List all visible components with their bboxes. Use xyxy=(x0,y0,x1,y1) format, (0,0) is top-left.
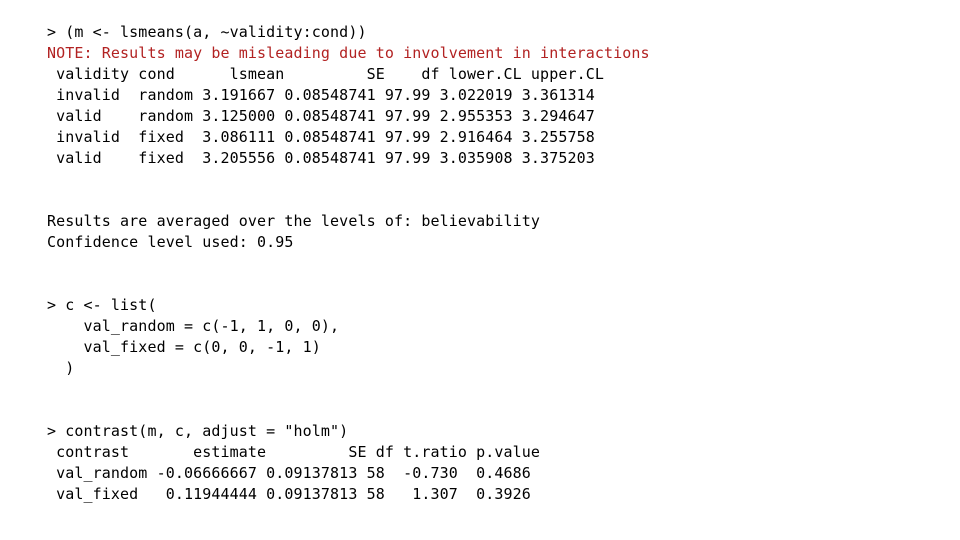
table-row: invalid random 3.191667 0.08548741 97.99… xyxy=(47,86,595,104)
lsmeans-command-line: > (m <- lsmeans(a, ~validity:cond)) xyxy=(47,23,367,41)
list-val-fixed-line: val_fixed = c(0, 0, -1, 1) xyxy=(47,338,321,356)
lsmeans-footer-confidence: Confidence level used: 0.95 xyxy=(47,233,294,251)
contrast-command-line: > contrast(m, c, adjust = "holm") xyxy=(47,422,349,440)
list-val-random-line: val_random = c(-1, 1, 0, 0), xyxy=(47,317,340,335)
contrast-table-header: contrast estimate SE df t.ratio p.value xyxy=(47,443,541,461)
list-command-line: > c <- list( xyxy=(47,296,157,314)
list-close-paren-line: ) xyxy=(47,359,75,377)
lsmeans-footer-averaged: Results are averaged over the levels of:… xyxy=(47,212,541,230)
table-row: valid fixed 3.205556 0.08548741 97.99 3.… xyxy=(47,149,595,167)
table-row: invalid fixed 3.086111 0.08548741 97.99 … xyxy=(47,128,595,146)
r-console-output[interactable]: > (m <- lsmeans(a, ~validity:cond)) NOTE… xyxy=(0,0,960,540)
table-row: val_random -0.06666667 0.09137813 58 -0.… xyxy=(47,464,531,482)
table-row: val_fixed 0.11944444 0.09137813 58 1.307… xyxy=(47,485,531,503)
table-row: valid random 3.125000 0.08548741 97.99 2… xyxy=(47,107,595,125)
note-warning-line: NOTE: Results may be misleading due to i… xyxy=(47,44,650,62)
lsmeans-table-header: validity cond lsmean SE df lower.CL uppe… xyxy=(47,65,604,83)
